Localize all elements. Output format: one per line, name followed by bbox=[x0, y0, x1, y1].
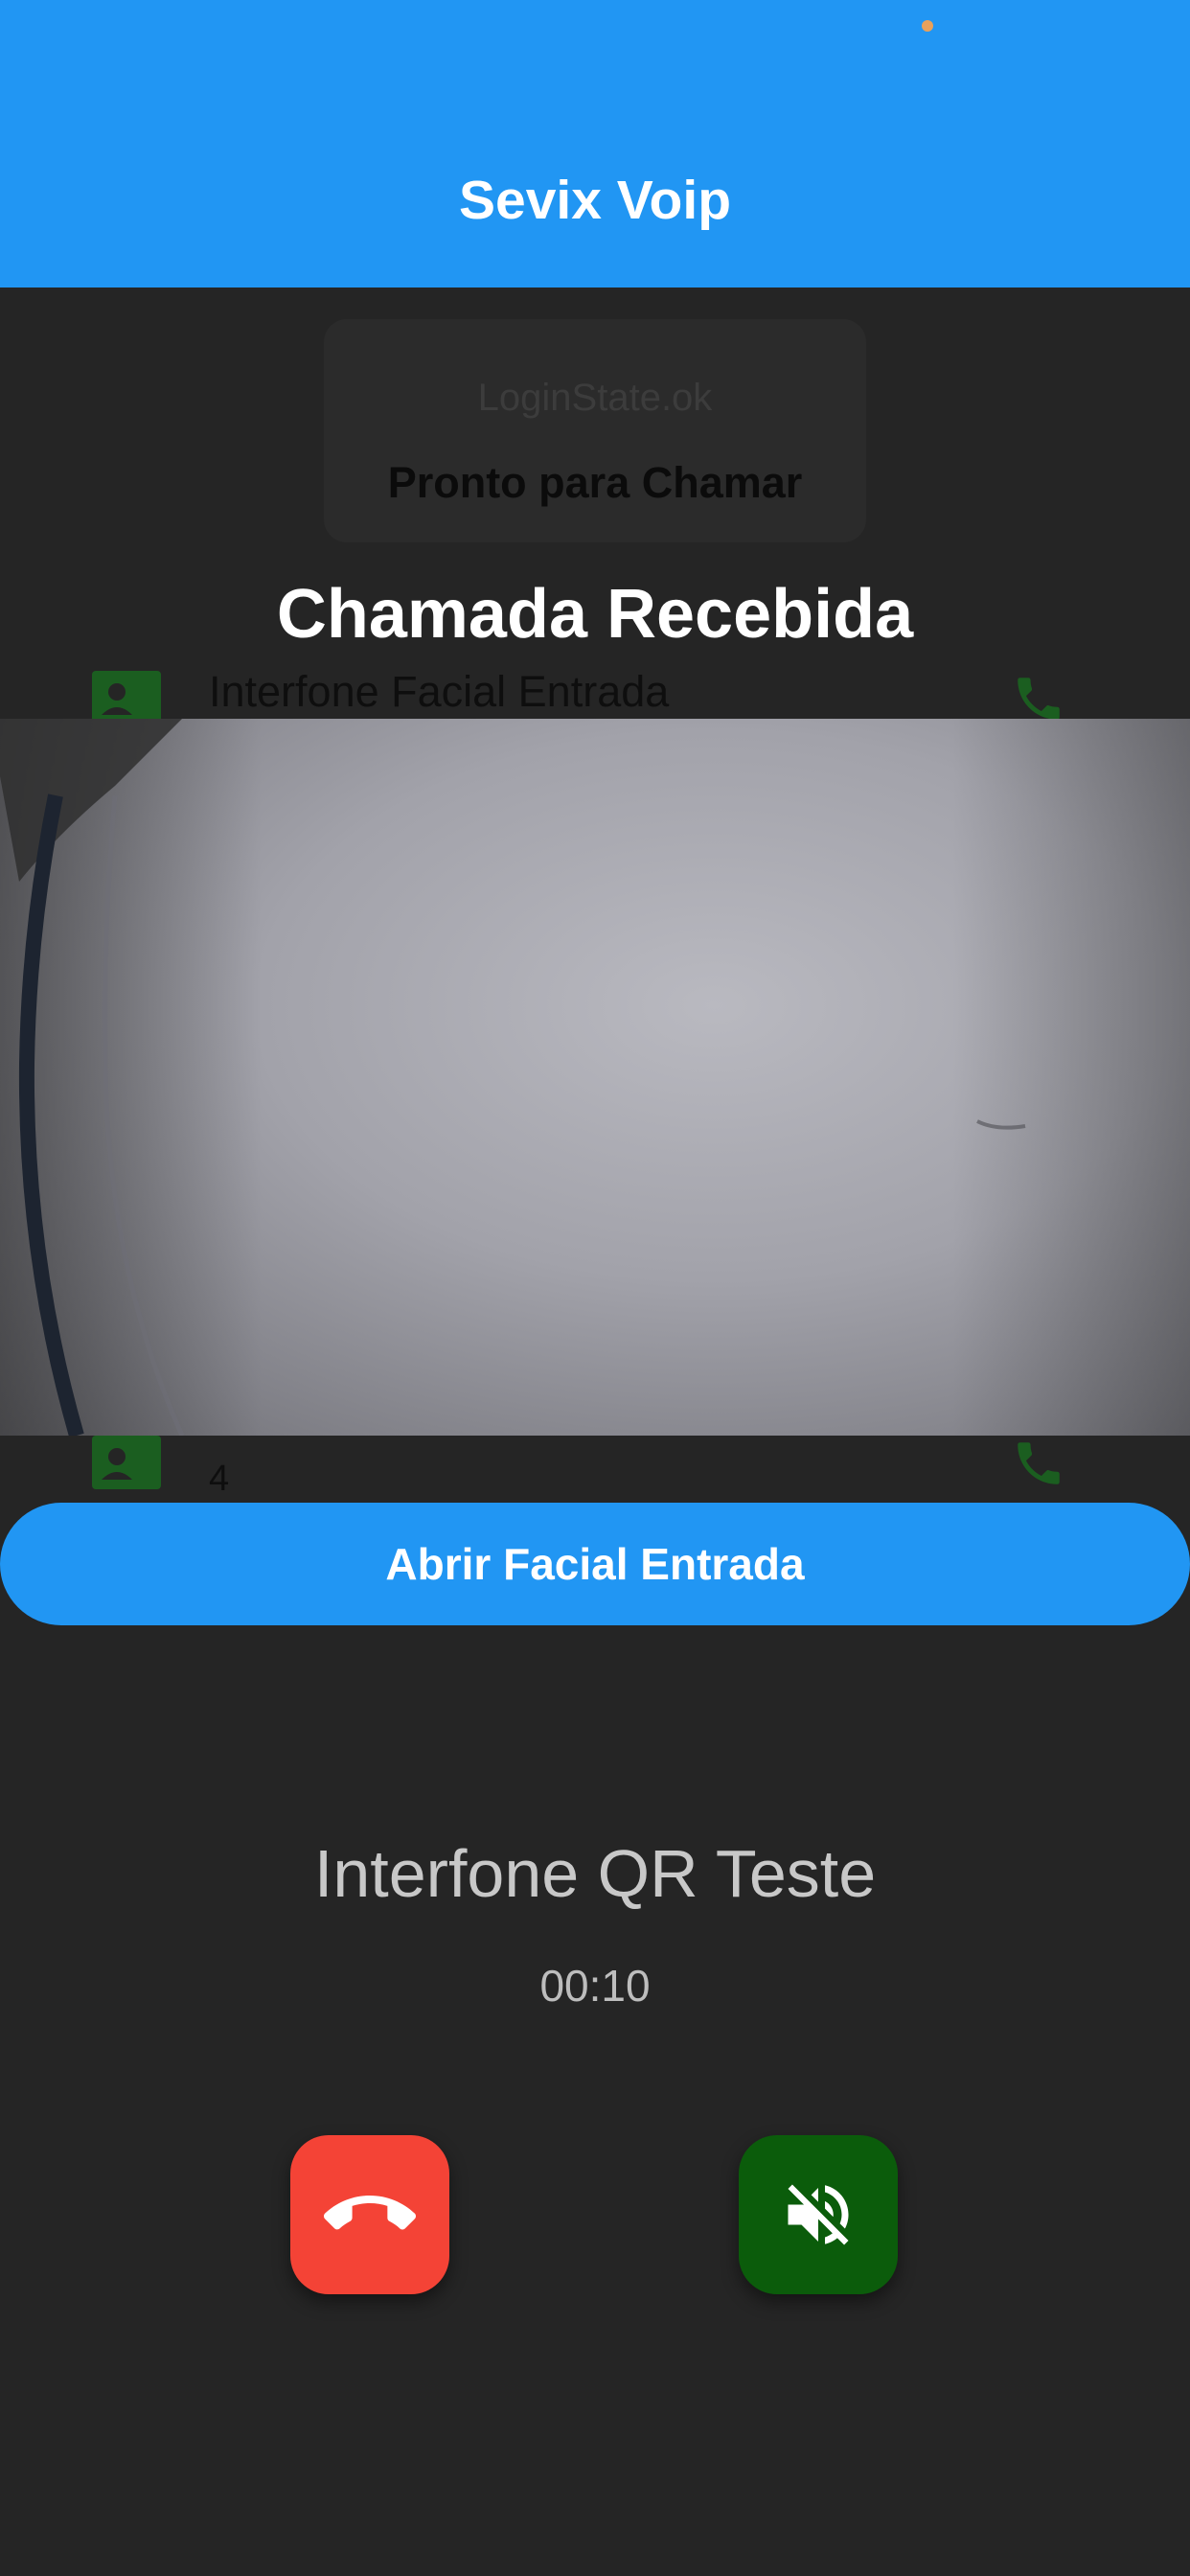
app-bar: Sevix Voip bbox=[0, 0, 1190, 288]
volume-off-icon bbox=[788, 2184, 849, 2245]
app-title: Sevix Voip bbox=[458, 170, 732, 231]
call-timer: 00:10 bbox=[539, 1961, 651, 2011]
mute-button[interactable] bbox=[739, 2135, 898, 2294]
caller-name: Interfone QR Teste bbox=[313, 1836, 877, 1911]
camera-video-feed bbox=[0, 719, 1190, 1436]
ready-status-text: Pronto para Chamar bbox=[387, 458, 803, 507]
login-state-text: LoginState.ok bbox=[477, 377, 713, 419]
incoming-call-title: Chamada Recebida bbox=[276, 576, 914, 653]
contact-icon bbox=[92, 1436, 161, 1489]
list-item-title: Interfone Facial Entrada bbox=[209, 667, 670, 716]
phone-icon[interactable] bbox=[1011, 1436, 1066, 1491]
list-item-subtitle: 4 bbox=[209, 1459, 230, 1499]
open-door-button[interactable]: Abrir Facial Entrada bbox=[0, 1503, 1190, 1625]
status-card: LoginState.ok Pronto para Chamar bbox=[324, 319, 866, 542]
camera-cable bbox=[0, 719, 1026, 1436]
hangup-button[interactable] bbox=[290, 2135, 449, 2294]
status-dot bbox=[922, 20, 933, 32]
contact-icon bbox=[92, 671, 161, 724]
call-end-icon bbox=[324, 2196, 416, 2230]
